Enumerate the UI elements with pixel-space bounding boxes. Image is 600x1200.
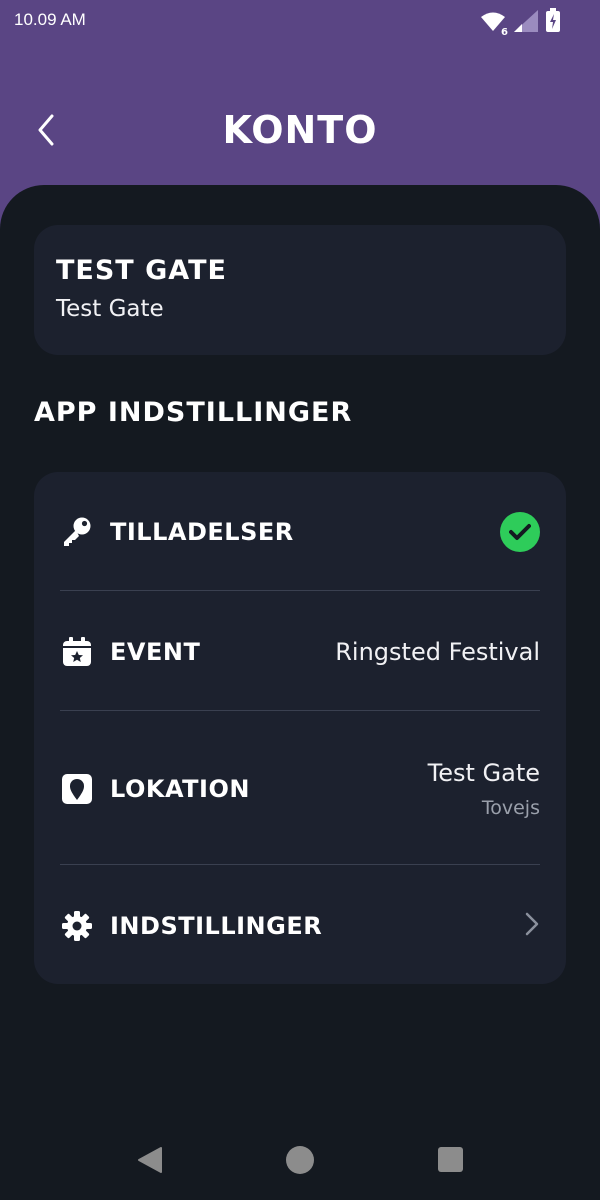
- section-title: APP INDSTILLINGER: [34, 397, 353, 428]
- signal-icon: [514, 10, 538, 36]
- page-title: KONTO: [222, 108, 378, 152]
- location-pin-icon: [60, 772, 94, 806]
- permissions-row[interactable]: TILLADELSER: [60, 512, 540, 552]
- wifi-icon: 6: [480, 12, 508, 38]
- status-time: 10.09 AM: [14, 10, 86, 29]
- divider: [60, 710, 540, 711]
- status-icons: 6: [480, 8, 560, 38]
- gear-icon: [60, 909, 94, 943]
- nav-home-icon[interactable]: [286, 1146, 314, 1174]
- calendar-icon: [60, 635, 94, 669]
- status-bar: 10.09 AM 6: [0, 0, 600, 40]
- content-panel: TEST GATE Test Gate APP INDSTILLINGER TI…: [0, 185, 600, 1200]
- profile-subtitle: Test Gate: [56, 296, 164, 322]
- battery-icon: [546, 8, 560, 36]
- preferences-label: INDSTILLINGER: [110, 912, 323, 940]
- event-label: EVENT: [110, 638, 201, 666]
- divider: [60, 590, 540, 591]
- location-label: LOKATION: [110, 775, 250, 803]
- nav-back-icon[interactable]: [137, 1146, 163, 1178]
- profile-card: TEST GATE Test Gate: [34, 225, 566, 355]
- system-nav-bar: [0, 1120, 600, 1200]
- chevron-right-icon: [524, 911, 540, 941]
- location-values: Test Gate Tovejs: [428, 759, 540, 819]
- location-subvalue: Tovejs: [481, 797, 540, 819]
- profile-name: TEST GATE: [56, 255, 227, 286]
- check-circle-icon: [500, 512, 540, 552]
- network-badge: 6: [501, 27, 508, 38]
- location-row[interactable]: LOKATION Test Gate Tovejs: [60, 754, 540, 824]
- permissions-label: TILLADELSER: [110, 518, 294, 546]
- nav-recent-apps-icon[interactable]: [438, 1147, 463, 1172]
- divider: [60, 864, 540, 865]
- preferences-row[interactable]: INDSTILLINGER: [60, 906, 540, 946]
- event-row[interactable]: EVENT Ringsted Festival: [60, 632, 540, 672]
- event-value: Ringsted Festival: [335, 638, 540, 666]
- app-header: KONTO: [0, 90, 600, 170]
- location-value: Test Gate: [427, 759, 540, 787]
- key-icon: [60, 515, 94, 549]
- settings-card: TILLADELSER EVENT Ringsted Festival LOKA…: [34, 472, 566, 984]
